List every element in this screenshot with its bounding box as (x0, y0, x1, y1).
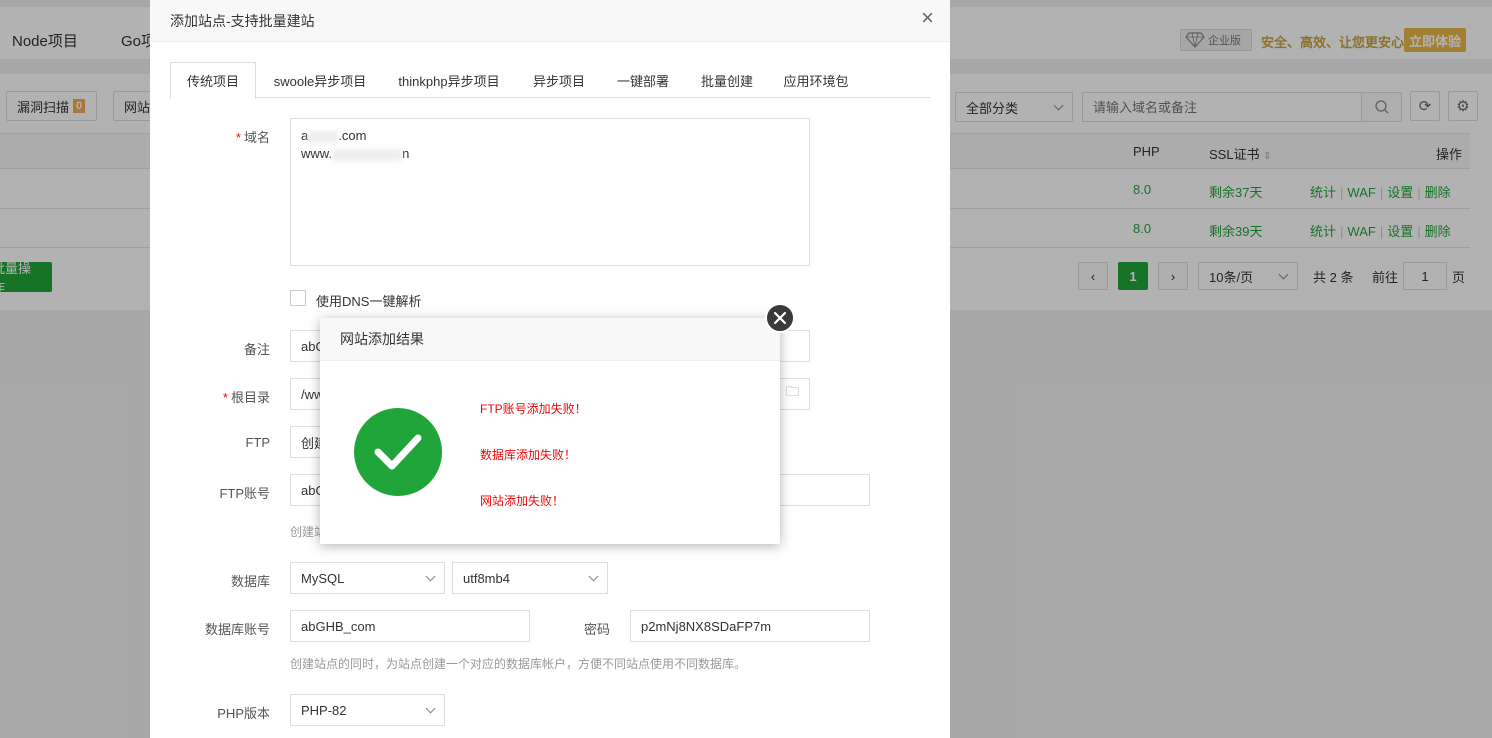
db-hint: 创建站点的同时，为站点创建一个对应的数据库帐户，方便不同站点使用不同数据库。 (290, 657, 747, 671)
chevron-down-icon (588, 571, 599, 581)
success-check-icon (354, 408, 442, 496)
php-version-value: PHP-82 (301, 702, 347, 718)
db-account-input[interactable]: abGHB_com (290, 610, 530, 642)
tab-thinkphp[interactable]: thinkphp异步项目 (394, 62, 504, 98)
tab-one-click-deploy[interactable]: 一键部署 (610, 62, 676, 98)
close-icon[interactable]: × (921, 7, 934, 29)
result-dialog-title: 网站添加结果 (320, 318, 780, 361)
ftp-label: FTP (245, 435, 270, 450)
add-site-modal-header: 添加站点-支持批量建站 × (150, 0, 950, 42)
remark-label: 备注 (243, 342, 270, 357)
database-charset-select[interactable]: utf8mb4 (452, 562, 608, 594)
project-type-tabs: 传统项目 swoole异步项目 thinkphp异步项目 异步项目 一键部署 批… (170, 62, 930, 99)
database-type-select[interactable]: MySQL (290, 562, 445, 594)
database-charset-value: utf8mb4 (463, 570, 510, 586)
db-password-input[interactable]: p2mNj8NX8SDaFP7m (630, 610, 870, 642)
add-site-modal-title: 添加站点-支持批量建站 (170, 12, 315, 29)
tab-async[interactable]: 异步项目 (526, 62, 592, 98)
close-icon (773, 311, 787, 325)
domain-textarea[interactable]: a .com www. n (290, 118, 810, 266)
tab-traditional[interactable]: 传统项目 (170, 62, 256, 99)
ftp-fail-message: FTP账号添加失败！ (480, 402, 587, 416)
site-fail-message: 网站添加失败！ (480, 494, 565, 508)
php-version-select[interactable]: PHP-82 (290, 694, 445, 726)
database-label: 数据库 (230, 574, 270, 589)
ftp-account-label: FTP账号 (219, 486, 270, 501)
php-version-label: PHP版本 (217, 706, 270, 721)
db-account-label: 数据库账号 (204, 622, 270, 637)
folder-icon[interactable]: 🗀 (786, 383, 799, 405)
root-dir-label: * 根目录 (222, 390, 270, 405)
result-close-button[interactable] (765, 303, 795, 333)
database-type-value: MySQL (301, 570, 345, 586)
tab-batch-create[interactable]: 批量创建 (694, 62, 760, 98)
chevron-down-icon (425, 703, 436, 713)
domain-label: * 域名 (235, 130, 270, 145)
dns-label: 使用DNS一键解析 (316, 294, 422, 309)
db-fail-message: 数据库添加失败！ (480, 448, 577, 462)
db-password-label: 密码 (583, 622, 610, 637)
chevron-down-icon (425, 571, 436, 581)
dns-checkbox[interactable] (290, 290, 306, 306)
tab-swoole[interactable]: swoole异步项目 (270, 62, 370, 98)
tab-app-env-package[interactable]: 应用环境包 (776, 62, 856, 98)
site-add-result-dialog: 网站添加结果 FTP账号添加失败！ 数据库添加失败！ 网站添加失败！ (320, 318, 780, 544)
